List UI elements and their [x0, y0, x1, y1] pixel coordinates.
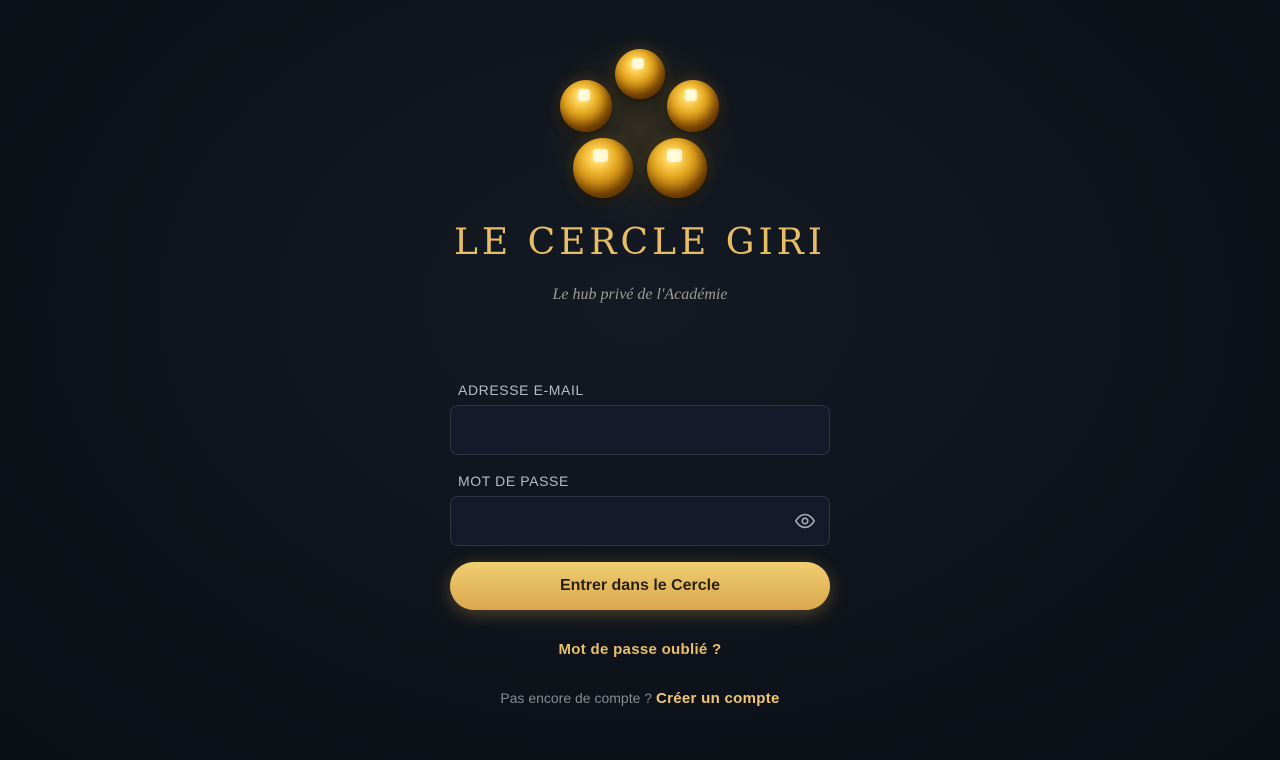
brand-title: LE CERCLE GIRI — [453, 222, 827, 263]
forgot-password-link[interactable]: Mot de passe oublié ? — [450, 641, 830, 658]
brand-logo — [535, 34, 745, 224]
show-password-toggle[interactable] — [793, 509, 817, 533]
email-input[interactable] — [451, 406, 829, 454]
login-form: ADRESSE E-MAIL MOT DE PASSE Entrer dans … — [450, 382, 830, 707]
password-field-wrapper — [450, 496, 830, 546]
email-label: ADRESSE E-MAIL — [458, 382, 584, 398]
signup-prompt: Pas encore de compte ? — [500, 690, 653, 706]
gold-sphere-icon — [573, 138, 633, 198]
enter-circle-button[interactable]: Entrer dans le Cercle — [450, 562, 830, 610]
brand-tagline: Le hub privé de l'Académie — [552, 286, 728, 303]
password-label: MOT DE PASSE — [458, 473, 569, 489]
create-account-link[interactable]: Créer un compte — [656, 690, 780, 707]
password-input[interactable] — [451, 497, 829, 545]
gold-sphere-icon — [615, 49, 665, 99]
gold-sphere-icon — [667, 80, 719, 132]
signup-row: Pas encore de compte ? Créer un compte — [450, 690, 830, 707]
eye-icon — [795, 513, 815, 529]
email-field-wrapper — [450, 405, 830, 455]
gold-sphere-icon — [647, 138, 707, 198]
gold-sphere-icon — [560, 80, 612, 132]
